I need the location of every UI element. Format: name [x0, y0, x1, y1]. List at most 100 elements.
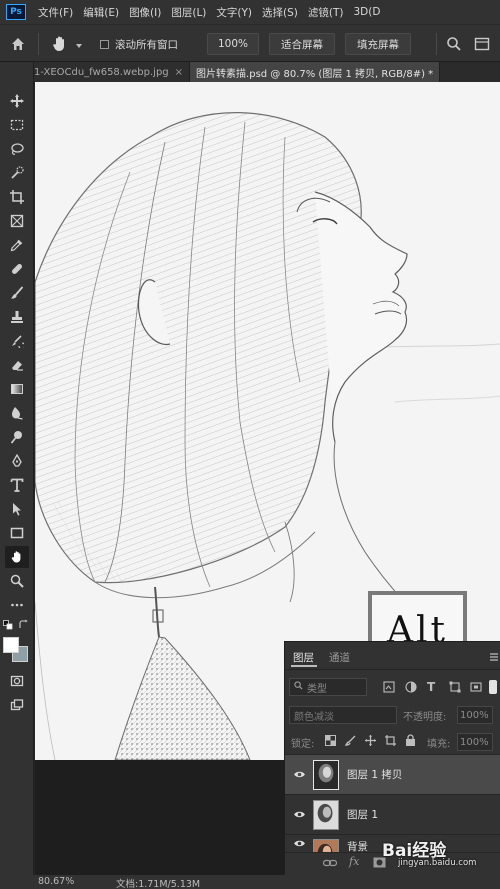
type-tool-icon[interactable] [5, 474, 29, 496]
path-selection-tool-icon[interactable] [5, 498, 29, 520]
options-bar: 滚动所有窗口 100% 适合屏幕 填充屏幕 [0, 24, 500, 62]
lock-position-icon[interactable] [365, 735, 376, 746]
menu-type[interactable]: 文字(Y) [216, 5, 252, 20]
filter-adjustment-icon[interactable] [405, 681, 417, 693]
filter-toggle[interactable] [489, 680, 497, 694]
healing-brush-tool-icon[interactable] [5, 258, 29, 280]
watermark-url: jingyan.baidu.com [398, 858, 477, 868]
opacity-label: 不透明度: [403, 712, 447, 723]
brush-tool-icon[interactable] [5, 282, 29, 304]
tool-preset-dropdown-icon[interactable] [75, 40, 83, 48]
clone-stamp-tool-icon[interactable] [5, 306, 29, 328]
visibility-eye-icon[interactable] [285, 810, 313, 819]
rectangle-tool-icon[interactable] [5, 522, 29, 544]
eyedropper-tool-icon[interactable] [5, 234, 29, 256]
fill-screen-button[interactable]: 填充屏幕 [345, 33, 411, 55]
frame-tool-icon[interactable] [5, 210, 29, 232]
separator [38, 33, 39, 55]
zoom-tool-icon[interactable] [5, 570, 29, 592]
hand-tool-icon[interactable] [50, 34, 70, 54]
menu-3d[interactable]: 3D(D [353, 6, 380, 18]
crop-tool-icon[interactable] [5, 186, 29, 208]
tab-webp-document[interactable]: 1-XEOCdu_fw658.webp.jpg × [28, 62, 191, 82]
visibility-eye-icon[interactable] [285, 839, 313, 848]
layer-name: 图层 1 [347, 809, 379, 821]
layer-thumbnail [313, 759, 339, 790]
fill-label: 填充: [427, 739, 451, 750]
search-icon [294, 681, 303, 693]
tab-label: 图片转素描.psd @ 80.7% (图层 1 拷贝, RGB/8#) * [196, 68, 434, 80]
fill-input[interactable]: 100% [457, 733, 493, 751]
lock-pixels-icon[interactable] [344, 735, 356, 746]
scroll-all-label: 滚动所有窗口 [115, 39, 178, 51]
zoom-level[interactable]: 80.67% [38, 876, 74, 887]
filter-type-icon[interactable]: T [427, 680, 439, 694]
menu-filter[interactable]: 滤镜(T) [308, 5, 344, 20]
marquee-tool-icon[interactable] [5, 114, 29, 136]
layer-thumbnail [313, 799, 339, 830]
scroll-all-checkbox[interactable] [100, 40, 109, 49]
tab-layers[interactable]: 图层 [293, 650, 314, 665]
fit-screen-button[interactable]: 适合屏幕 [269, 33, 335, 55]
swap-colors-icon[interactable] [18, 619, 29, 630]
lock-artboard-icon[interactable] [385, 735, 396, 746]
document-tabs: 1-XEOCdu_fw658.webp.jpg × 图片转素描.psd @ 80… [28, 62, 500, 82]
more-tools-icon[interactable] [5, 594, 29, 616]
filter-shape-icon[interactable] [449, 681, 461, 693]
screen-mode-icon[interactable] [5, 694, 29, 716]
layer-style-fx-icon[interactable]: fx [349, 855, 363, 869]
lasso-tool-icon[interactable] [5, 138, 29, 160]
dodge-tool-icon[interactable] [5, 426, 29, 448]
lock-label: 锁定: [291, 739, 315, 750]
status-bar: 80.67% 文档:1.71M/5.13M [0, 875, 500, 889]
lock-transparent-icon[interactable] [325, 735, 336, 746]
lock-all-icon[interactable] [405, 734, 416, 746]
tab-sketch-psd[interactable]: 图片转素描.psd @ 80.7% (图层 1 拷贝, RGB/8#) * [190, 62, 441, 82]
document-size: 文档:1.71M/5.13M [116, 879, 201, 889]
separator [436, 33, 437, 55]
search-icon[interactable] [446, 36, 462, 52]
filter-pixel-icon[interactable] [383, 681, 395, 693]
blend-mode-select[interactable]: 颜色减淡 [289, 706, 397, 724]
active-tab-underline [291, 665, 317, 667]
menu-layer[interactable]: 图层(L) [171, 5, 206, 20]
eraser-tool-icon[interactable] [5, 354, 29, 376]
link-layers-icon[interactable] [322, 857, 338, 869]
opacity-input[interactable]: 100% [457, 706, 493, 724]
panel-divider [285, 669, 500, 670]
close-icon[interactable]: × [175, 67, 183, 78]
menu-image[interactable]: 图像(I) [129, 5, 161, 20]
menu-file[interactable]: 文件(F) [38, 5, 73, 20]
layer-row-base[interactable]: 图层 1 [285, 794, 500, 834]
menu-bar: Ps 文件(F) 编辑(E) 图像(I) 图层(L) 文字(Y) 选择(S) 滤… [0, 0, 500, 24]
quick-selection-tool-icon[interactable] [5, 162, 29, 184]
photoshop-logo: Ps [6, 4, 26, 20]
foreground-color-swatch[interactable] [3, 637, 19, 653]
quick-mask-icon[interactable] [5, 670, 29, 692]
gradient-tool-icon[interactable] [5, 378, 29, 400]
pen-tool-icon[interactable] [5, 450, 29, 472]
menu-edit[interactable]: 编辑(E) [83, 5, 119, 20]
menu-select[interactable]: 选择(S) [262, 5, 298, 20]
opacity-value: 100% [460, 709, 489, 721]
panel-menu-icon[interactable] [489, 652, 499, 662]
blend-mode-value: 颜色减淡 [294, 711, 334, 723]
baidu-jingyan-watermark: Bai经验 jingyan.baidu.com [378, 836, 496, 872]
default-colors-icon[interactable] [3, 620, 13, 630]
workspace-icon[interactable] [474, 36, 490, 52]
tab-label: 1-XEOCdu_fw658.webp.jpg [34, 66, 169, 78]
fill-value: 100% [460, 736, 489, 748]
layer-row-copy[interactable]: 图层 1 拷贝 [285, 754, 500, 794]
blur-tool-icon[interactable] [5, 402, 29, 424]
history-brush-tool-icon[interactable] [5, 330, 29, 352]
move-tool-icon[interactable] [5, 90, 29, 112]
filter-smart-object-icon[interactable] [470, 681, 482, 693]
home-icon[interactable] [10, 36, 26, 52]
visibility-eye-icon[interactable] [285, 770, 313, 779]
layer-filter-select[interactable]: 类型 [289, 678, 367, 696]
hand-tool-icon[interactable] [5, 546, 29, 568]
tools-panel [0, 62, 34, 875]
tab-channels[interactable]: 通道 [329, 650, 350, 665]
zoom-100-button[interactable]: 100% [207, 33, 259, 55]
layer-name: 图层 1 拷贝 [347, 769, 403, 781]
